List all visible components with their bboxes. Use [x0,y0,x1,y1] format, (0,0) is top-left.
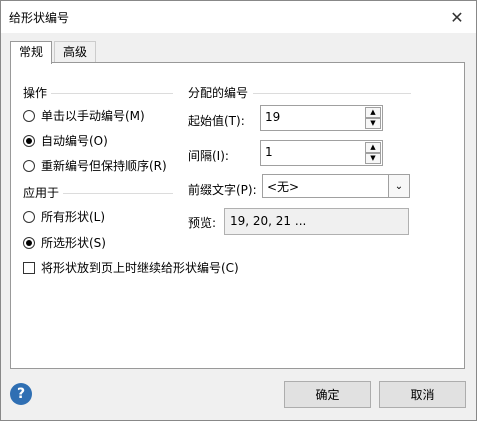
interval-spinner[interactable]: 1 ▲ ▼ [260,140,383,166]
preview-field: 19, 20, 21 ... [224,208,409,235]
spin-up-icon[interactable]: ▲ [365,107,381,118]
ok-button[interactable]: 确定 [284,381,371,408]
chevron-down-icon[interactable]: ⌄ [388,175,409,197]
radio-button-checked[interactable] [23,236,35,249]
spin-down-icon[interactable]: ▼ [365,118,381,129]
radio-label: 重新编号但保持顺序(R) [41,159,167,173]
radio-label: 所有形状(L) [41,210,106,224]
general-panel: 操作 单击以手动编号(M) 自动编号(O) 重新编号但保持顺序(R) 应用于 所… [10,62,465,369]
operation-section-title: 操作 [23,86,48,100]
tab-advanced[interactable]: 高级 [54,41,97,63]
tab-general[interactable]: 常规 [10,41,53,64]
prefix-label: 前缀文字(P): [188,183,257,197]
numbering-divider [253,93,411,94]
radio-button[interactable] [23,159,35,172]
prefix-select[interactable]: <无> ⌄ [262,174,410,198]
title-bar: 给形状编号 ✕ [1,1,476,33]
radio-label: 自动编号(O) [41,134,108,148]
radio-all-shapes[interactable]: 所有形状(L) [23,208,105,225]
preview-label: 预览: [188,216,217,230]
preview-value: 19, 20, 21 ... [230,214,307,228]
interval-input[interactable]: 1 [265,145,273,159]
radio-selected-shapes[interactable]: 所选形状(S) [23,234,106,251]
checkbox-box[interactable] [23,261,35,274]
radio-renumber-keep-order[interactable]: 重新编号但保持顺序(R) [23,157,167,174]
help-icon[interactable]: ? [10,383,32,405]
radio-label: 所选形状(S) [41,236,106,250]
window-title: 给形状编号 [9,11,70,25]
continue-numbering-checkbox[interactable]: 将形状放到页上时继续给形状编号(C) [23,259,239,276]
spin-down-icon[interactable]: ▼ [365,153,381,164]
apply-to-section-title: 应用于 [23,186,60,200]
radio-manual-numbering[interactable]: 单击以手动编号(M) [23,107,145,124]
spinner-buttons: ▲ ▼ [365,107,381,129]
cancel-button[interactable]: 取消 [379,381,466,408]
interval-label: 间隔(I): [188,149,229,163]
radio-button[interactable] [23,109,35,122]
start-value-label: 起始值(T): [188,114,245,128]
radio-button-checked[interactable] [23,134,35,147]
close-icon[interactable]: ✕ [444,4,470,30]
number-shapes-dialog: 给形状编号 ✕ 常规 高级 操作 单击以手动编号(M) 自动编号(O) 重新编号… [0,0,477,421]
start-value-spinner[interactable]: 19 ▲ ▼ [260,105,383,131]
prefix-value: <无> [267,180,300,194]
spinner-buttons: ▲ ▼ [365,142,381,164]
tab-strip: 常规 高级 [1,41,476,64]
checkbox-label: 将形状放到页上时继续给形状编号(C) [41,261,239,275]
apply-to-divider [63,193,173,194]
spin-up-icon[interactable]: ▲ [365,142,381,153]
operation-divider [51,93,173,94]
start-value-input[interactable]: 19 [265,110,280,124]
numbering-section-title: 分配的编号 [188,86,249,100]
radio-button[interactable] [23,210,35,223]
radio-label: 单击以手动编号(M) [41,109,145,123]
radio-auto-numbering[interactable]: 自动编号(O) [23,132,108,149]
